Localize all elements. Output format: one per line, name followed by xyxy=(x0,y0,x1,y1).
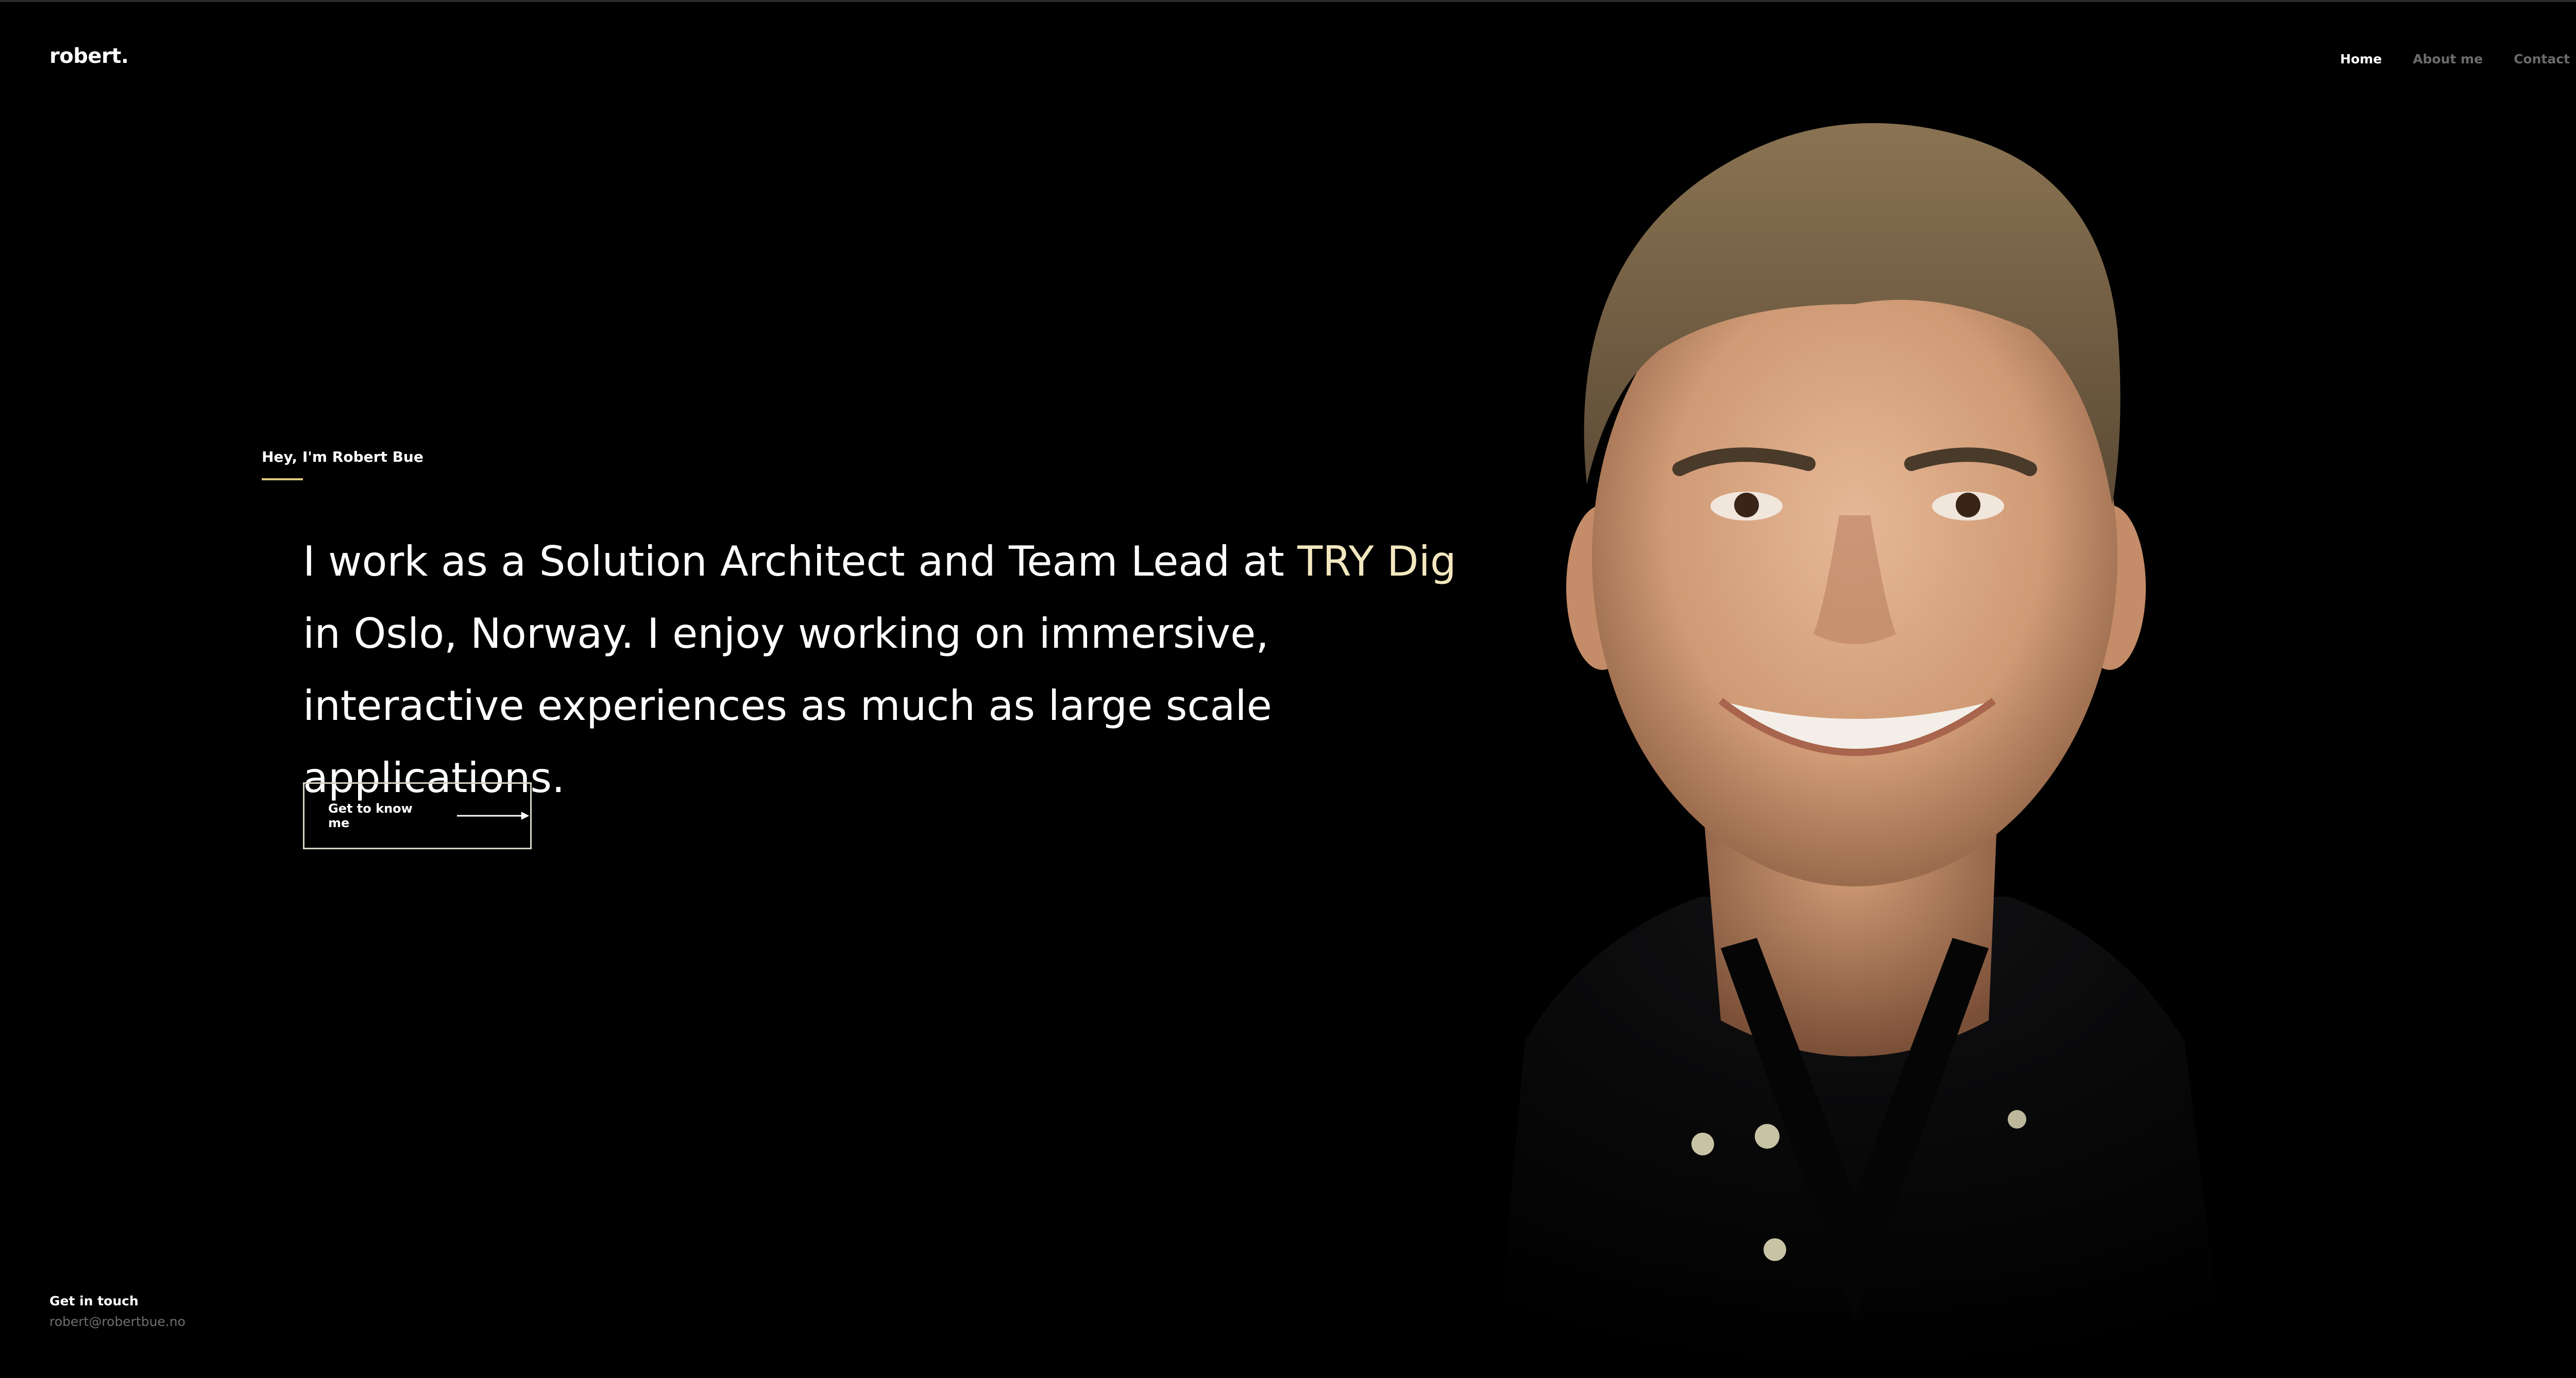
contact-title: Get in touch xyxy=(49,1293,139,1308)
nav-contact[interactable]: Contact xyxy=(2514,52,2570,66)
arrow-right-icon xyxy=(456,812,530,820)
nav-about-me[interactable]: About me xyxy=(2413,52,2483,66)
eyebrow-underline xyxy=(262,478,303,480)
headline-text-after: in Oslo, Norway. I enjoy working on imme… xyxy=(303,610,1272,802)
portrait-photo xyxy=(1494,123,2226,1378)
get-to-know-me-button[interactable]: Get to know me xyxy=(303,782,532,849)
main-nav: Home About me Contact xyxy=(2340,52,2570,66)
headline-text-before: I work as a Solution Architect and Team … xyxy=(303,537,1298,585)
cta-label: Get to know me xyxy=(328,801,413,830)
site-logo[interactable]: robert. xyxy=(49,44,129,68)
nav-home[interactable]: Home xyxy=(2340,52,2382,66)
contact-email-link[interactable]: robert@robertbue.no xyxy=(49,1314,185,1329)
intro-eyebrow: Hey, I'm Robert Bue xyxy=(262,448,423,465)
hero-headline: I work as a Solution Architect and Team … xyxy=(303,526,1488,814)
company-link[interactable]: TRY Dig xyxy=(1297,537,1456,585)
